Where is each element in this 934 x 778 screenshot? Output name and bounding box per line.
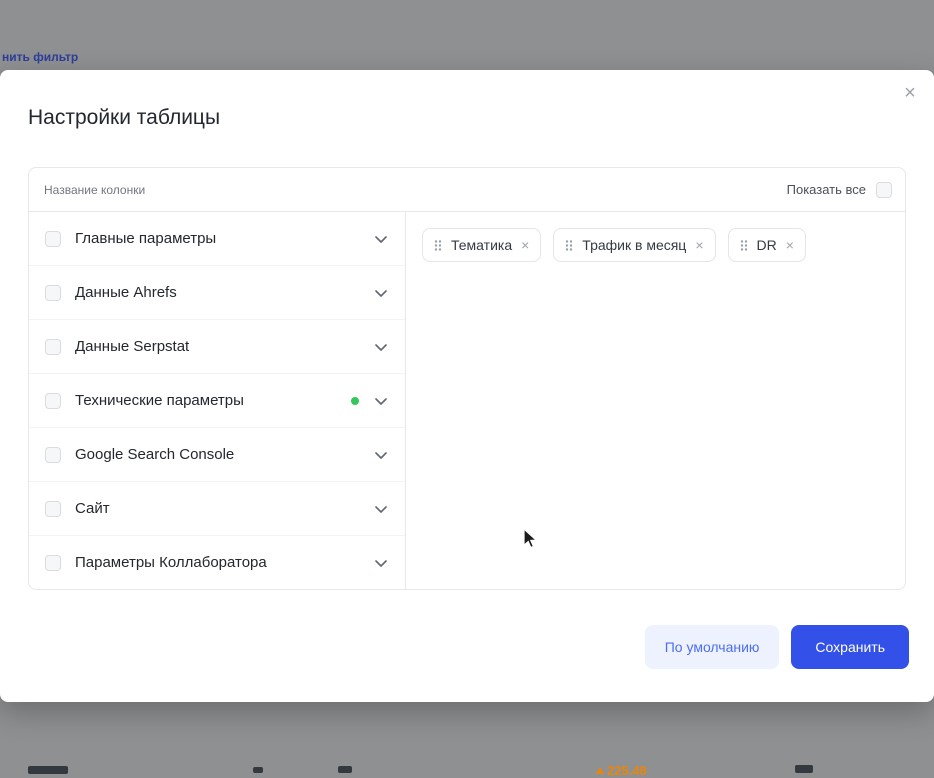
category-label: Параметры Коллаборатора	[75, 554, 373, 571]
chevron-down-icon	[373, 393, 389, 409]
category-label: Сайт	[75, 500, 373, 517]
columns-panel: Название колонки Показать все Главные па…	[28, 167, 906, 590]
show-all-label: Показать все	[787, 182, 866, 197]
category-checkbox[interactable]	[45, 285, 61, 301]
category-checkbox[interactable]	[45, 339, 61, 355]
panel-body: Главные параметры Данные Ahrefs Данные S…	[29, 212, 905, 589]
category-row-google-search-console[interactable]: Google Search Console	[29, 428, 405, 482]
drag-handle-icon[interactable]	[565, 239, 573, 252]
background-filter-link[interactable]: нить фильтр	[2, 50, 78, 64]
chip-label: Тематика	[451, 237, 512, 253]
selected-columns-area: Тематика × Трафик в месяц × DR ×	[406, 212, 905, 589]
save-button[interactable]: Сохранить	[791, 625, 909, 669]
category-row-main-params[interactable]: Главные параметры	[29, 212, 405, 266]
table-settings-modal: × Настройки таблицы Название колонки Пок…	[0, 70, 934, 702]
category-checkbox[interactable]	[45, 393, 61, 409]
drag-handle-icon[interactable]	[740, 239, 748, 252]
category-label: Данные Serpstat	[75, 338, 373, 355]
chip-label: Трафик в месяц	[582, 237, 686, 253]
drag-handle-icon[interactable]	[434, 239, 442, 252]
modal-footer: По умолчанию Сохранить	[645, 625, 909, 669]
category-list: Главные параметры Данные Ahrefs Данные S…	[29, 212, 406, 589]
chip-dr[interactable]: DR ×	[728, 228, 806, 262]
background-text-fragment	[28, 766, 68, 774]
category-label: Данные Ahrefs	[75, 284, 373, 301]
category-row-ahrefs[interactable]: Данные Ahrefs	[29, 266, 405, 320]
chip-tematika[interactable]: Тематика ×	[422, 228, 541, 262]
chip-remove-icon[interactable]: ×	[786, 238, 794, 252]
chip-remove-icon[interactable]: ×	[695, 238, 703, 252]
category-row-site[interactable]: Сайт	[29, 482, 405, 536]
category-checkbox[interactable]	[45, 447, 61, 463]
background-text-fragment	[253, 767, 263, 773]
trend-up-icon	[596, 767, 604, 774]
column-name-header: Название колонки	[44, 183, 145, 197]
chevron-down-icon	[373, 285, 389, 301]
show-all-control[interactable]: Показать все	[787, 182, 892, 198]
chip-remove-icon[interactable]: ×	[521, 238, 529, 252]
category-checkbox[interactable]	[45, 555, 61, 571]
chevron-down-icon	[373, 447, 389, 463]
category-checkbox[interactable]	[45, 231, 61, 247]
show-all-checkbox[interactable]	[876, 182, 892, 198]
chip-trafik-v-mesyac[interactable]: Трафик в месяц ×	[553, 228, 715, 262]
modal-title: Настройки таблицы	[28, 106, 220, 130]
chevron-down-icon	[373, 339, 389, 355]
green-indicator-dot	[351, 397, 359, 405]
category-row-collaborator-params[interactable]: Параметры Коллаборатора	[29, 536, 405, 589]
close-icon[interactable]: ×	[898, 82, 922, 106]
chevron-down-icon	[373, 501, 389, 517]
chevron-down-icon	[373, 555, 389, 571]
background-metric-value: 225.48	[607, 763, 647, 778]
category-row-technical-params[interactable]: Технические параметры	[29, 374, 405, 428]
panel-header: Название колонки Показать все	[29, 168, 905, 212]
default-button[interactable]: По умолчанию	[645, 625, 780, 669]
chip-label: DR	[757, 237, 777, 253]
category-label: Google Search Console	[75, 446, 373, 463]
category-label: Главные параметры	[75, 230, 373, 247]
category-label: Технические параметры	[75, 392, 351, 409]
category-row-serpstat[interactable]: Данные Serpstat	[29, 320, 405, 374]
background-metric: 225.48	[596, 763, 647, 778]
category-checkbox[interactable]	[45, 501, 61, 517]
chevron-down-icon	[373, 231, 389, 247]
